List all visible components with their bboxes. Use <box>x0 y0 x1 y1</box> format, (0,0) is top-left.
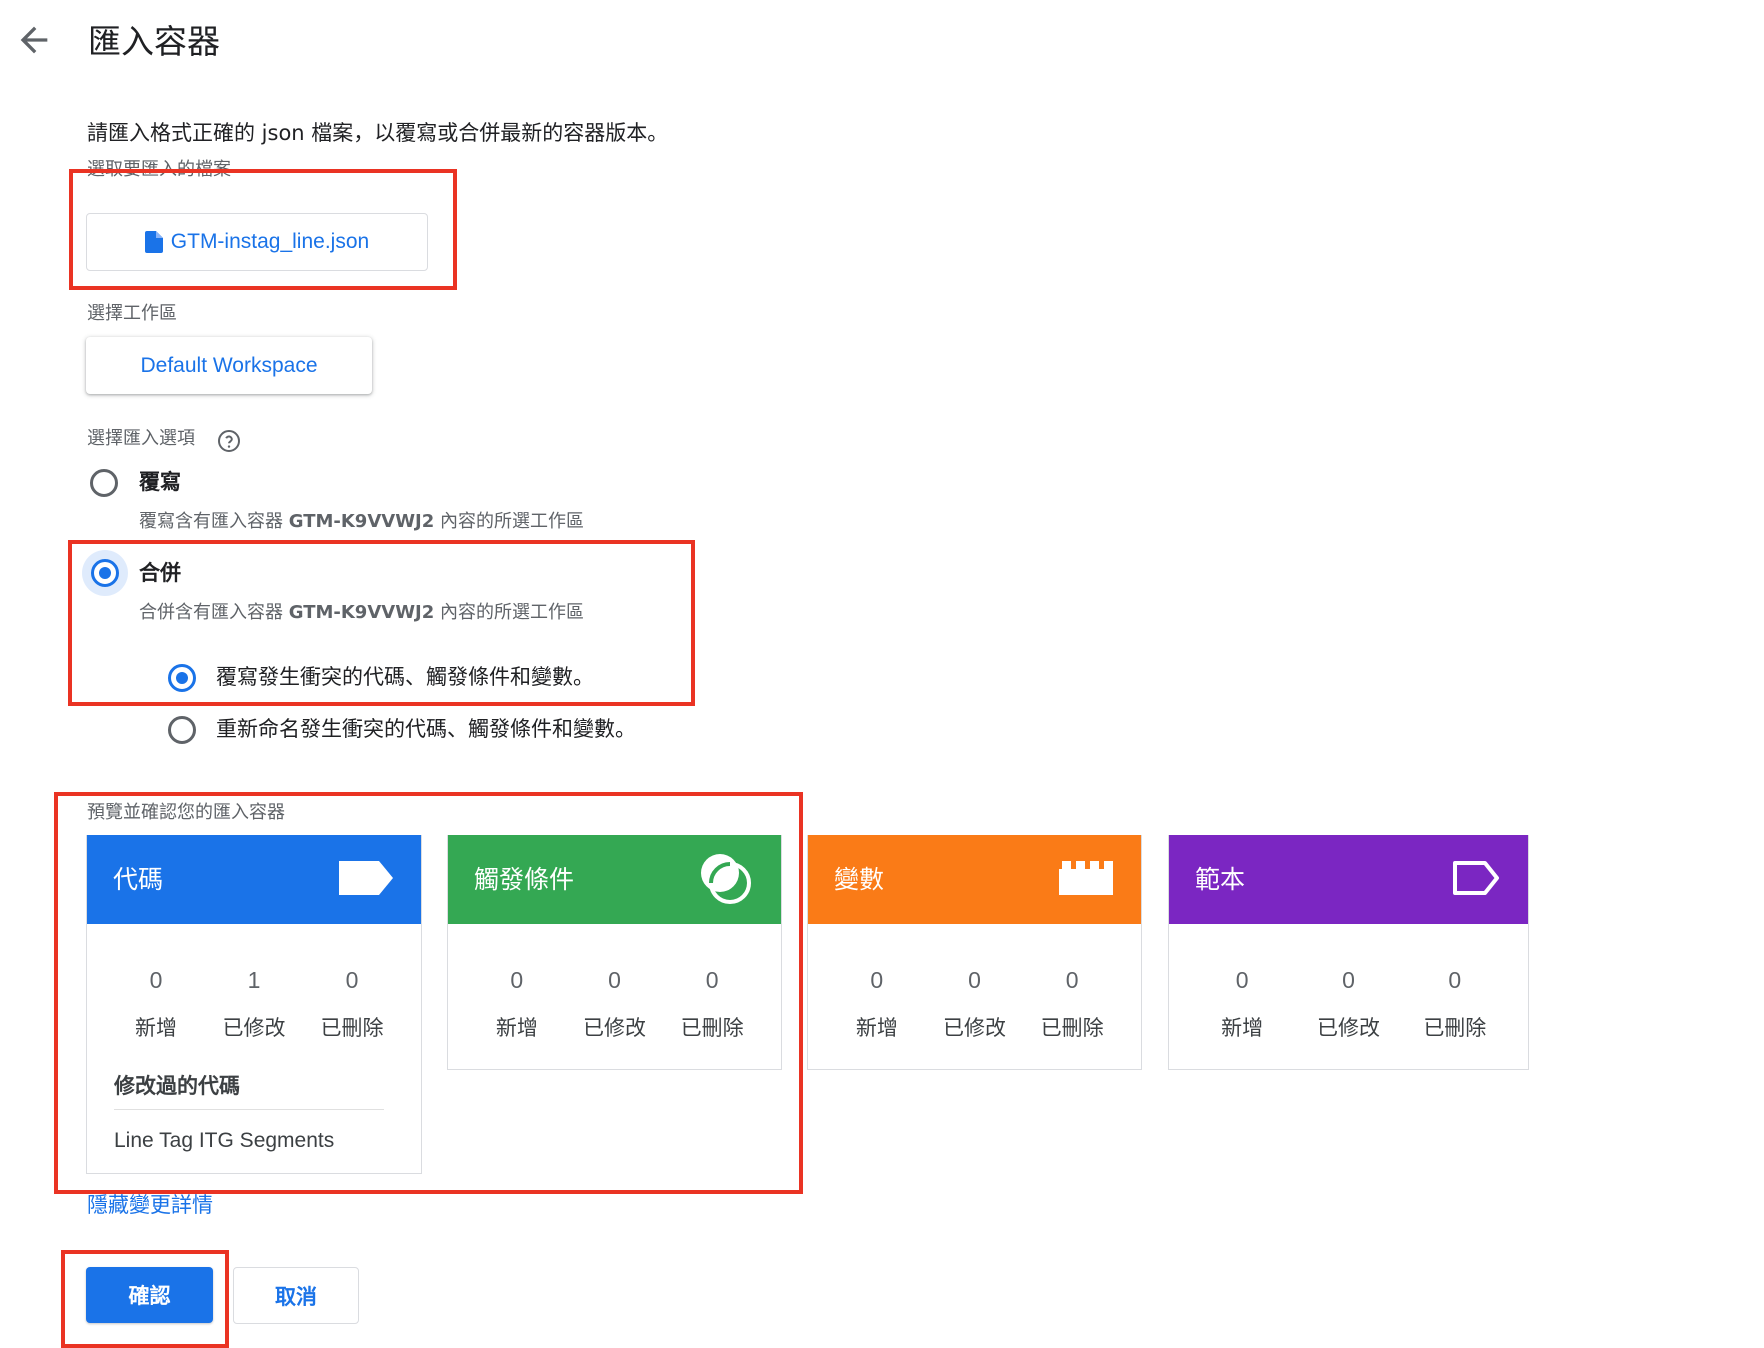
variable-brick-icon <box>1059 860 1113 899</box>
merge-rename-conflicts-radio[interactable] <box>168 716 196 744</box>
overwrite-option-title: 覆寫 <box>139 470 181 494</box>
triggers-new-count: 0 <box>510 967 524 993</box>
tags-deleted-count: 0 <box>345 967 359 993</box>
trigger-icon <box>697 850 753 910</box>
triggers-summary-card: 觸發條件 0 新增 0 已修改 0 已刪除 <box>447 835 782 1070</box>
templates-card-header: 範本 <box>1169 835 1528 924</box>
templates-modified-count: 0 <box>1342 967 1355 993</box>
templates-deleted-label: 已刪除 <box>1423 1016 1487 1040</box>
merge-option-desc: 合併含有匯入容器 GTM-K9VVWJ2 內容的所選工作區 <box>139 602 584 623</box>
modified-tags-heading: 修改過的代碼 <box>114 1074 240 1098</box>
templates-summary-card: 範本 0 新增 0 已修改 0 已刪除 <box>1168 835 1529 1070</box>
tags-modified-label: 已修改 <box>222 1016 286 1040</box>
tags-modified-count: 1 <box>247 967 261 993</box>
tags-summary-card: 代碼 0 新增 1 已修改 0 已刪除 修改過的代碼 Line Tag ITG Seg… <box>86 835 422 1174</box>
help-icon[interactable] <box>217 429 241 457</box>
merge-option-title: 合併 <box>139 561 181 585</box>
merge-overwrite-conflicts-radio[interactable] <box>168 664 196 692</box>
merge-radio[interactable] <box>91 559 119 587</box>
modified-tags-divider <box>114 1109 384 1110</box>
import-options-label: 選擇匯入選項 <box>87 428 195 449</box>
confirm-button[interactable]: 確認 <box>86 1267 213 1323</box>
tags-card-header: 代碼 <box>87 835 421 924</box>
workspace-name: Default Workspace <box>140 353 318 377</box>
triggers-deleted-label: 已刪除 <box>680 1016 744 1040</box>
hide-change-details-link[interactable]: 隱藏變更詳情 <box>87 1190 213 1220</box>
cancel-button[interactable]: 取消 <box>233 1267 359 1324</box>
triggers-modified-label: 已修改 <box>582 1016 646 1040</box>
modified-tag-item[interactable]: Line Tag ITG Segments <box>114 1125 334 1157</box>
templates-new-count: 0 <box>1235 967 1249 993</box>
arrow-left-icon[interactable] <box>14 20 54 60</box>
triggers-card-title: 觸發條件 <box>474 864 575 894</box>
preview-label: 預覽並確認您的匯入容器 <box>87 802 285 823</box>
tags-deleted-label: 已刪除 <box>320 1016 384 1040</box>
templates-deleted-count: 0 <box>1448 967 1462 993</box>
merge-overwrite-conflicts-label: 覆寫發生衝突的代碼、觸發條件和變數。 <box>216 665 594 689</box>
tag-icon <box>339 860 393 899</box>
templates-modified-label: 已修改 <box>1316 1016 1380 1040</box>
template-tag-outline-icon <box>1452 860 1500 900</box>
file-name: GTM-instag_line.json <box>170 230 370 253</box>
triggers-card-header: 觸發條件 <box>448 835 781 924</box>
variables-new-label: 新增 <box>855 1016 898 1040</box>
triggers-modified-count: 0 <box>608 967 621 993</box>
variables-card-title: 變數 <box>834 864 885 894</box>
triggers-new-label: 新增 <box>495 1016 538 1040</box>
merge-rename-conflicts-label: 重新命名發生衝突的代碼、觸發條件和變數。 <box>216 717 636 741</box>
file-select-button[interactable]: GTM-instag_line.json <box>86 213 428 271</box>
variables-modified-count: 0 <box>968 967 981 993</box>
variables-summary-card: 變數 0 新增 0 已修改 0 已刪除 <box>807 835 1142 1070</box>
intro-text: 請匯入格式正確的 json 檔案，以覆寫或合併最新的容器版本。 <box>87 121 669 145</box>
workspace-select-button[interactable]: Default Workspace <box>86 337 372 394</box>
variables-deleted-count: 0 <box>1065 967 1079 993</box>
templates-new-label: 新增 <box>1221 1016 1264 1040</box>
templates-card-title: 範本 <box>1195 864 1246 894</box>
tags-card-title: 代碼 <box>113 864 164 894</box>
triggers-deleted-count: 0 <box>705 967 719 993</box>
file-icon <box>144 231 163 253</box>
tags-new-count: 0 <box>149 967 163 993</box>
variables-card-header: 變數 <box>808 835 1141 924</box>
file-section-label: 選取要匯入的檔案 <box>87 159 231 180</box>
page-title: 匯入容器 <box>88 22 220 61</box>
overwrite-option-desc: 覆寫含有匯入容器 GTM-K9VVWJ2 內容的所選工作區 <box>139 511 584 532</box>
overwrite-radio[interactable] <box>90 469 118 497</box>
variables-deleted-label: 已刪除 <box>1040 1016 1104 1040</box>
variables-modified-label: 已修改 <box>942 1016 1006 1040</box>
workspace-section-label: 選擇工作區 <box>87 303 177 324</box>
variables-new-count: 0 <box>870 967 884 993</box>
tags-new-label: 新增 <box>135 1016 177 1040</box>
